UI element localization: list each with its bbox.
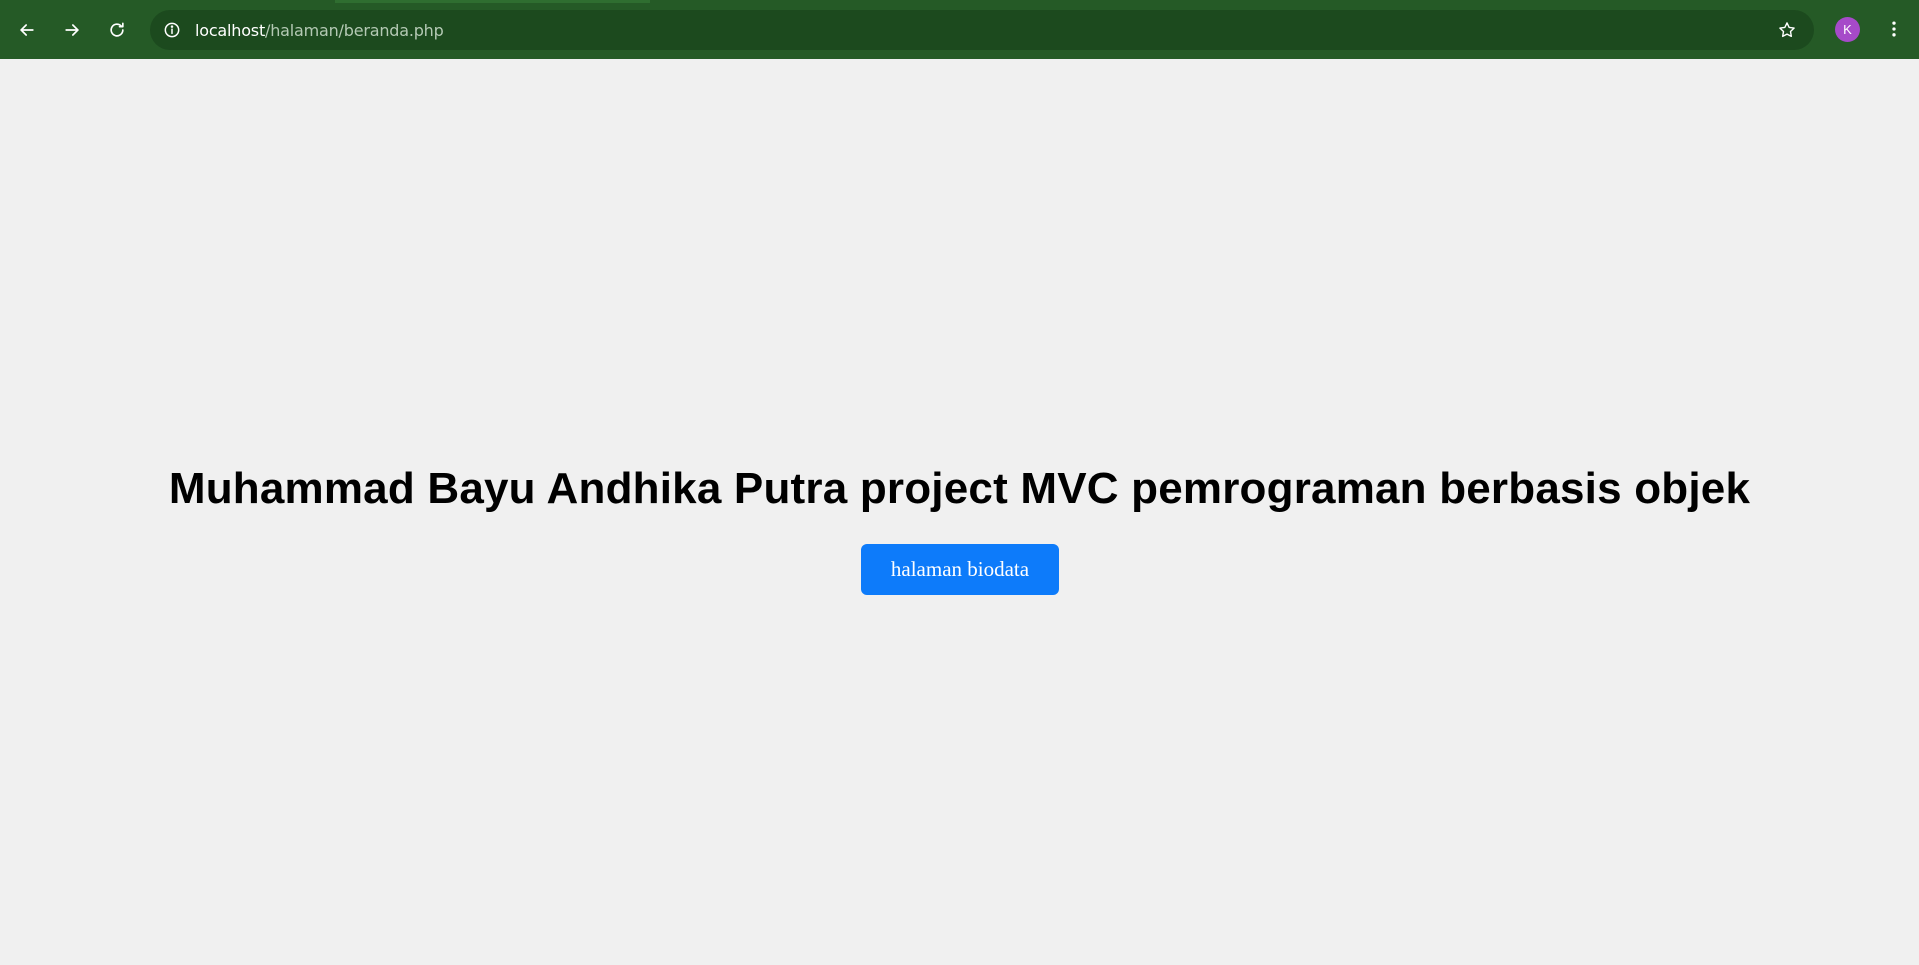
biodata-page-button[interactable]: halaman biodata [861, 544, 1059, 595]
page-title: Muhammad Bayu Andhika Putra project MVC … [168, 464, 1751, 513]
profile-avatar[interactable]: K [1835, 17, 1860, 42]
back-icon [20, 23, 34, 36]
address-bar[interactable]: localhost/halaman/beranda.php [150, 10, 1814, 50]
browser-toolbar: localhost/halaman/beranda.php K [0, 0, 1919, 59]
page-content: Muhammad Bayu Andhika Putra project MVC … [0, 59, 1919, 965]
forward-button[interactable] [54, 12, 90, 48]
reload-button[interactable] [99, 12, 135, 48]
menu-icon[interactable] [1882, 17, 1906, 41]
info-icon[interactable] [160, 18, 184, 42]
url-path: /halaman/beranda.php [265, 20, 444, 40]
tab-strip-edge [335, 0, 650, 3]
star-icon[interactable] [1775, 18, 1799, 42]
forward-icon [65, 23, 79, 36]
url-host: localhost [195, 20, 266, 40]
back-button[interactable] [9, 12, 45, 48]
url-text[interactable]: localhost/halaman/beranda.php [195, 21, 444, 40]
reload-icon [110, 22, 124, 37]
